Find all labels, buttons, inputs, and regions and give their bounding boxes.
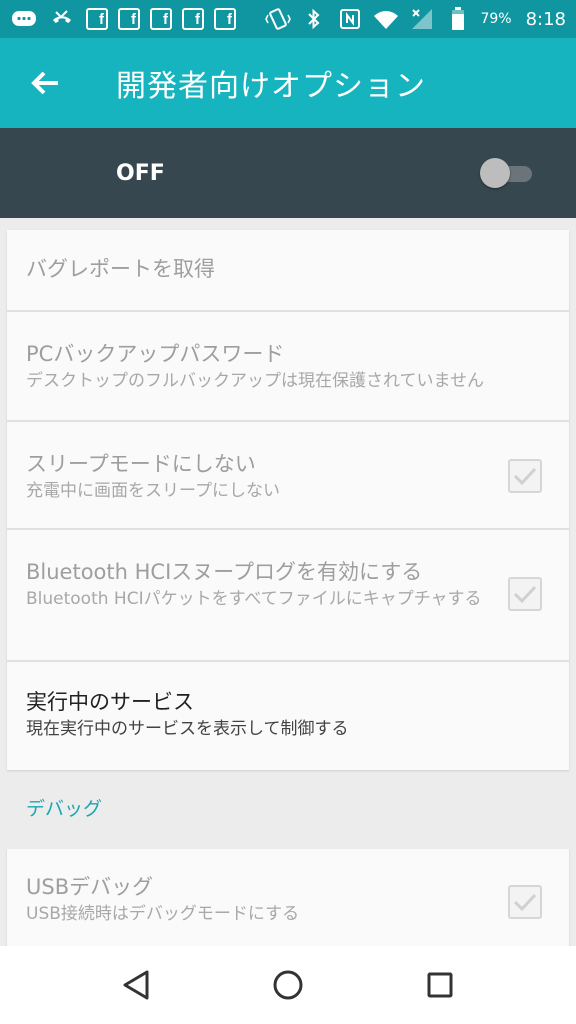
category-header-debugging: デバッグ [26,798,103,820]
facebook-icon: f [118,8,140,30]
bluetooth-icon [300,7,328,31]
vibrate-icon [264,7,292,31]
nav-back-button[interactable] [96,946,176,1024]
pref-stay-awake[interactable]: スリープモードにしない 充電中に画面をスリープにしない [7,422,569,530]
nav-home-button[interactable] [248,946,328,1024]
pref-summary: USB接続時はデバッグモードにする [26,904,300,925]
stay-awake-checkbox[interactable] [508,459,542,493]
battery-percent: 79% [480,11,512,27]
pref-summary: Bluetooth HCIパケットをすべてファイルにキャプチャする [26,589,482,610]
pref-summary: 現在実行中のサービスを表示して制御する [26,719,349,740]
pref-title: Bluetooth HCIスヌープログを有効にする [26,560,423,584]
master-switch-label: OFF [116,160,165,186]
check-icon [513,585,537,604]
app-bar: 開発者向けオプション [0,38,576,128]
pref-summary: デスクトップのフルバックアップは現在保護されていません [26,371,484,392]
missed-call-icon [48,7,76,31]
pref-title: バグレポートを取得 [26,257,215,282]
check-icon [513,893,537,912]
arrow-back-icon [31,71,58,95]
pref-summary: 充電中に画面をスリープにしない [26,481,280,502]
usb-debugging-checkbox[interactable] [508,885,542,919]
pref-pc-backup-password[interactable]: PCバックアップパスワード デスクトップのフルバックアップは現在保護されていませ… [7,312,569,422]
switch-thumb [480,158,510,188]
facebook-icon: f [214,8,236,30]
navigation-bar [0,946,576,1024]
check-icon [513,467,537,486]
nfc-icon [336,7,364,31]
clock: 8:18 [525,8,566,30]
master-switch-row[interactable]: OFF [0,128,576,218]
debugging-card: USBデバッグ USB接続時はデバッグモードにする [7,849,569,959]
settings-card: バグレポートを取得 PCバックアップパスワード デスクトップのフルバックアップは… [7,230,569,770]
facebook-icon: f [182,8,204,30]
pref-title: スリープモードにしない [26,452,256,476]
wifi-icon [372,7,400,31]
message-icon [10,7,38,31]
pref-title: 実行中のサービス [26,690,194,714]
signal-icon [408,7,436,31]
master-toggle-switch[interactable] [480,158,534,188]
pref-title: USBデバッグ [26,875,154,899]
pref-title: PCバックアップパスワード [26,342,285,366]
pref-bluetooth-hci-snoop[interactable]: Bluetooth HCIスヌープログを有効にする Bluetooth HCIパ… [7,530,569,662]
facebook-icon: f [150,8,172,30]
bt-hci-snoop-checkbox[interactable] [508,577,542,611]
status-bar: f f f f f 79% 8:18 [0,0,576,38]
home-circle-icon [273,970,303,1000]
page-title: 開発者向けオプション [116,69,426,104]
recents-square-icon [427,972,453,998]
pref-running-services[interactable]: 実行中のサービス 現在実行中のサービスを表示して制御する [7,662,569,770]
nav-recents-button[interactable] [400,946,480,1024]
facebook-icon: f [86,8,108,30]
pref-bug-report[interactable]: バグレポートを取得 [7,230,569,312]
battery-icon [444,7,472,31]
pref-usb-debugging[interactable]: USBデバッグ USB接続時はデバッグモードにする [7,849,569,959]
back-triangle-icon [123,970,149,1000]
back-button[interactable] [0,38,90,128]
